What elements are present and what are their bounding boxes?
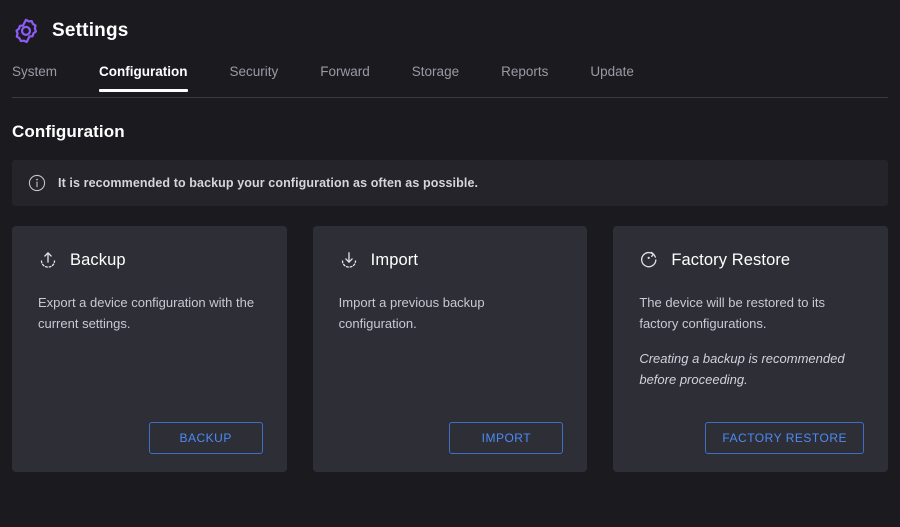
configuration-cards: Backup Export a device configuration wit… bbox=[12, 226, 888, 472]
tab-update[interactable]: Update bbox=[590, 60, 634, 91]
card-title: Backup bbox=[70, 251, 126, 270]
card-actions: IMPORT bbox=[339, 422, 564, 454]
card-header: Backup bbox=[38, 250, 263, 270]
card-backup: Backup Export a device configuration wit… bbox=[12, 226, 287, 472]
card-body: The device will be restored to its facto… bbox=[639, 292, 864, 422]
info-banner-text: It is recommended to backup your configu… bbox=[58, 176, 478, 190]
card-description: The device will be restored to its facto… bbox=[639, 292, 864, 334]
tab-configuration[interactable]: Configuration bbox=[99, 60, 187, 91]
page-title: Configuration bbox=[12, 122, 888, 142]
tab-security[interactable]: Security bbox=[230, 60, 279, 91]
card-body: Export a device configuration with the c… bbox=[38, 292, 263, 422]
card-factory-restore: Factory Restore The device will be resto… bbox=[613, 226, 888, 472]
info-banner: It is recommended to backup your configu… bbox=[12, 160, 888, 206]
app-header: Settings bbox=[0, 0, 900, 50]
card-note: Creating a backup is recommended before … bbox=[639, 348, 864, 390]
card-header: Import bbox=[339, 250, 564, 270]
info-circle-icon bbox=[28, 174, 46, 192]
restore-timer-icon bbox=[639, 250, 659, 270]
tabbar: System Configuration Security Forward St… bbox=[12, 60, 888, 98]
card-title: Import bbox=[371, 251, 418, 270]
card-body: Import a previous backup configuration. bbox=[339, 292, 564, 422]
card-actions: FACTORY RESTORE bbox=[639, 422, 864, 454]
import-button[interactable]: IMPORT bbox=[449, 422, 563, 454]
tab-reports[interactable]: Reports bbox=[501, 60, 548, 91]
download-icon bbox=[339, 250, 359, 270]
card-description: Import a previous backup configuration. bbox=[339, 292, 564, 334]
tab-storage[interactable]: Storage bbox=[412, 60, 459, 91]
factory-restore-button[interactable]: FACTORY RESTORE bbox=[705, 422, 864, 454]
card-import: Import Import a previous backup configur… bbox=[313, 226, 588, 472]
card-header: Factory Restore bbox=[639, 250, 864, 270]
tab-system[interactable]: System bbox=[12, 60, 57, 91]
backup-button[interactable]: BACKUP bbox=[149, 422, 263, 454]
card-description: Export a device configuration with the c… bbox=[38, 292, 263, 334]
tab-forward[interactable]: Forward bbox=[320, 60, 370, 91]
upload-icon bbox=[38, 250, 58, 270]
card-title: Factory Restore bbox=[671, 251, 790, 270]
app-title: Settings bbox=[52, 21, 129, 42]
gear-icon bbox=[12, 17, 40, 45]
card-actions: BACKUP bbox=[38, 422, 263, 454]
